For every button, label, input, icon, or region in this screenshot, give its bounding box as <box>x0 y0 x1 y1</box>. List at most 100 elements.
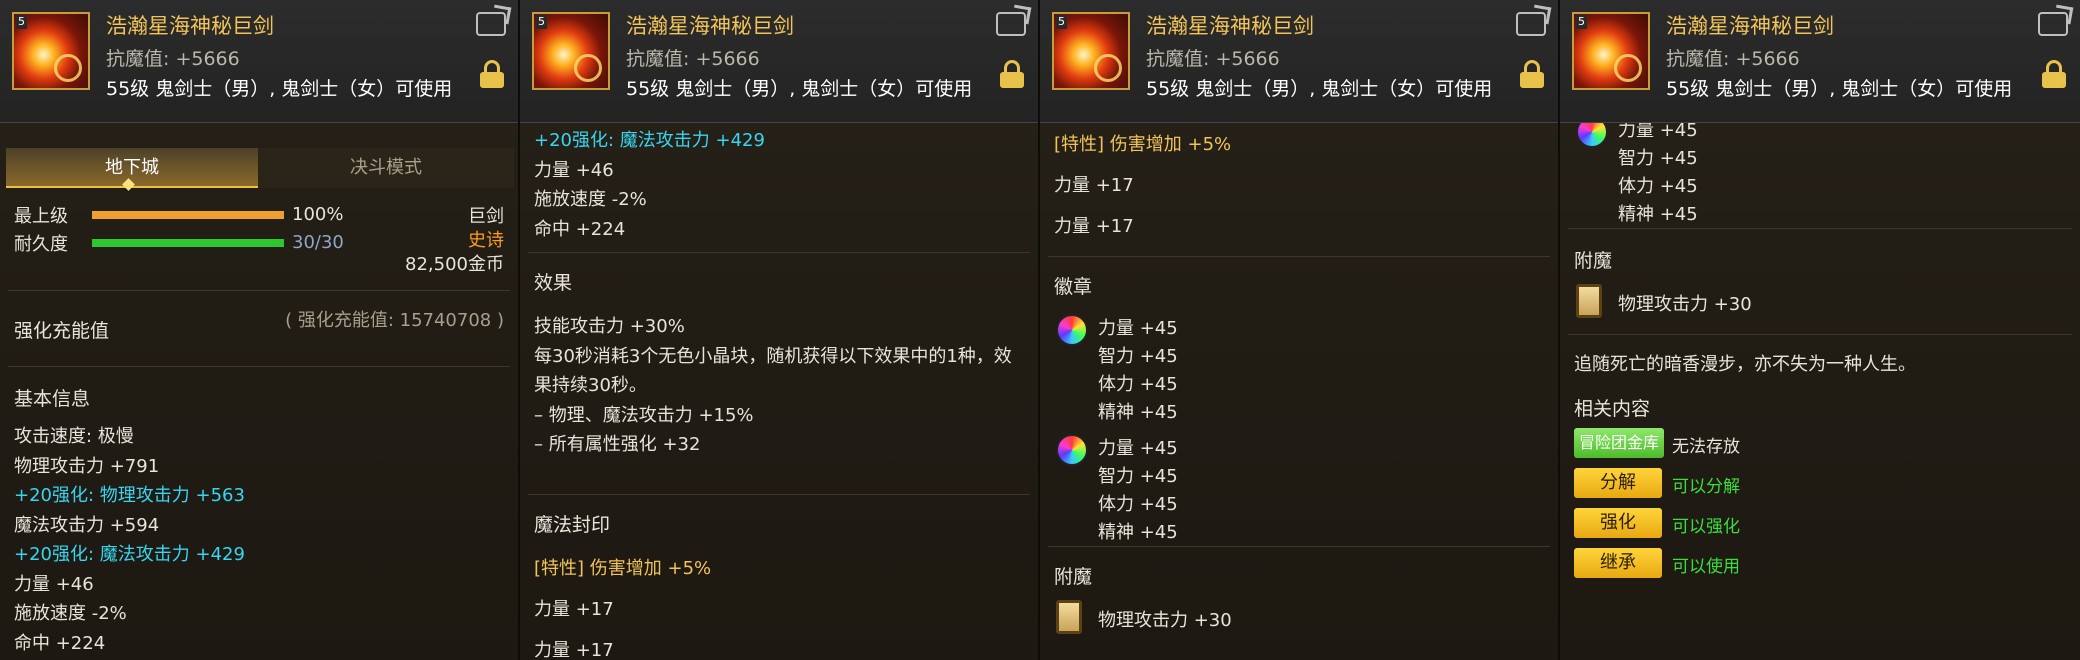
stat-line: 施放速度 -2% <box>14 603 127 624</box>
tooltip-body: 地下城 决斗模式 最上级 100% 巨剑 耐久度 30/30 史诗 82,500… <box>0 122 518 660</box>
emblem-icon <box>1056 314 1088 346</box>
stat-line: +20强化: 魔法攻击力 +429 <box>534 130 765 151</box>
item-name: 浩瀚星海神秘巨剑 <box>106 14 274 38</box>
durability-label: 耐久度 <box>14 234 68 255</box>
item-name: 浩瀚星海神秘巨剑 <box>626 14 794 38</box>
emblem-stat: 力量 +45 <box>1098 318 1178 339</box>
flavor-text: 追随死亡的暗香漫步，亦不失为一种人生。 <box>1574 354 1916 375</box>
durability-bar-fill <box>92 239 284 247</box>
seal-line: 力量 +17 <box>1054 175 1134 196</box>
charge-value: ( 强化充能值: 15740708 ) <box>285 310 504 331</box>
grade-bar-fill <box>92 211 284 219</box>
item-requirement: 55级 鬼剑士（男）, 鬼剑士（女）可使用 <box>1666 78 2013 100</box>
grade-label: 最上级 <box>14 206 68 227</box>
thumbnail-tag: 5 <box>1056 15 1067 29</box>
item-tooltip-panel-1: 5 浩瀚星海神秘巨剑 抗魔值: +5666 55级 鬼剑士（男）, 鬼剑士（女）… <box>0 0 520 660</box>
related-note: 可以分解 <box>1672 477 1740 497</box>
seal-title: 魔法封印 <box>534 514 611 536</box>
emblem-stat: 力量 +45 <box>1098 438 1178 459</box>
item-tooltip-panel-3: 5 浩瀚星海神秘巨剑 抗魔值: +5666 55级 鬼剑士（男）, 鬼剑士（女）… <box>1040 0 1560 660</box>
divider <box>1048 546 1550 547</box>
effect-line: 技能攻击力 +30% <box>534 316 685 337</box>
seal-line: 力量 +17 <box>1054 216 1134 237</box>
tooltip-header: 5 浩瀚星海神秘巨剑 抗魔值: +5666 55级 鬼剑士（男）, 鬼剑士（女）… <box>1560 0 2080 123</box>
related-button[interactable]: 强化 <box>1574 508 1662 538</box>
seal-line: 力量 +17 <box>534 599 614 620</box>
item-name: 浩瀚星海神秘巨剑 <box>1146 14 1314 38</box>
item-resist: 抗魔值: +5666 <box>1146 48 1280 70</box>
tooltip-body: +20强化: 魔法攻击力 +429 力量 +46 施放速度 -2% 命中 +224 效… <box>520 122 1038 660</box>
enchant-title: 附魔 <box>1574 250 1613 272</box>
share-icon[interactable] <box>1516 12 1546 36</box>
tooltip-header: 5 浩瀚星海神秘巨剑 抗魔值: +5666 55级 鬼剑士（男）, 鬼剑士（女）… <box>1040 0 1558 123</box>
thumbnail-tag: 5 <box>16 15 27 29</box>
related-button[interactable]: 继承 <box>1574 548 1662 578</box>
emblem-stat: 智力 +45 <box>1098 346 1178 367</box>
stat-line: 力量 +46 <box>14 573 94 595</box>
share-icon[interactable] <box>996 12 1026 36</box>
lock-icon[interactable] <box>1000 60 1024 88</box>
share-icon[interactable] <box>2038 12 2068 36</box>
stat-line: +20强化: 魔法攻击力 +429 <box>14 544 245 565</box>
divider <box>8 290 510 291</box>
lock-icon[interactable] <box>480 60 504 88</box>
item-thumbnail: 5 <box>1572 12 1650 90</box>
seal-line: [特性] 伤害增加 +5% <box>534 558 712 579</box>
effect-line: – 物理、魔法攻击力 +15% <box>534 404 754 426</box>
price: 82,500金币 <box>405 254 504 275</box>
item-thumbnail: 5 <box>1052 12 1130 90</box>
emblem-stat: 智力 +45 <box>1618 148 1698 169</box>
stat-line: +20强化: 物理攻击力 +563 <box>14 485 245 506</box>
emblem-stat: 精神 +45 <box>1098 402 1178 423</box>
related-button[interactable]: 分解 <box>1574 468 1662 498</box>
related-button[interactable]: 冒险团金库 <box>1574 428 1664 458</box>
item-resist: 抗魔值: +5666 <box>1666 48 1800 70</box>
effect-line: 每30秒消耗3个无色小晶块，随机获得以下效果中的1种，效 <box>534 345 1012 367</box>
lock-icon[interactable] <box>1520 60 1544 88</box>
item-resist: 抗魔值: +5666 <box>106 48 240 70</box>
related-note: 可以强化 <box>1672 517 1740 537</box>
lock-icon[interactable] <box>2042 60 2066 88</box>
enchant-value: 物理攻击力 +30 <box>1098 610 1232 631</box>
emblem-stat: 体力 +45 <box>1098 494 1178 515</box>
related-note: 可以使用 <box>1672 557 1740 577</box>
emblem-title: 徽章 <box>1054 276 1093 298</box>
emblem-stat: 精神 +45 <box>1098 522 1178 543</box>
divider <box>8 366 510 367</box>
stat-line: 魔法攻击力 +594 <box>14 514 160 536</box>
weapon-type: 巨剑 <box>468 206 504 227</box>
stat-line: 施放速度 -2% <box>534 189 647 210</box>
related-title: 相关内容 <box>1574 398 1651 420</box>
charge-label: 强化充能值 <box>14 320 110 342</box>
seal-line: 力量 +17 <box>534 640 614 660</box>
divider <box>1568 334 2072 335</box>
item-thumbnail: 5 <box>532 12 610 90</box>
enchant-card-icon <box>1056 600 1082 634</box>
item-thumbnail: 5 <box>12 12 90 90</box>
stat-line: 物理攻击力 +791 <box>14 455 160 477</box>
thumbnail-glint-icon <box>54 54 82 82</box>
rarity-label: 史诗 <box>468 230 504 251</box>
item-name: 浩瀚星海神秘巨剑 <box>1666 14 1834 38</box>
stat-line: 命中 +224 <box>14 632 106 654</box>
emblem-stat: 精神 +45 <box>1618 204 1698 225</box>
emblem-stat: 智力 +45 <box>1098 466 1178 487</box>
stat-line: 命中 +224 <box>534 218 626 240</box>
share-icon[interactable] <box>476 12 506 36</box>
durability-bar <box>92 239 284 247</box>
emblem-icon <box>1056 434 1088 466</box>
item-requirement: 55级 鬼剑士（男）, 鬼剑士（女）可使用 <box>1146 78 1493 100</box>
enchant-card-icon <box>1576 284 1602 318</box>
item-tooltip-panel-2: 5 浩瀚星海神秘巨剑 抗魔值: +5666 55级 鬼剑士（男）, 鬼剑士（女）… <box>520 0 1040 660</box>
thumbnail-tag: 5 <box>536 15 547 29</box>
enchant-title: 附魔 <box>1054 566 1093 588</box>
item-requirement: 55级 鬼剑士（男）, 鬼剑士（女）可使用 <box>106 78 453 100</box>
durability-value: 30/30 <box>292 232 344 253</box>
basic-info-title: 基本信息 <box>14 388 91 410</box>
grade-bar <box>92 211 284 219</box>
tab-duel[interactable]: 决斗模式 <box>258 148 514 188</box>
related-note: 无法存放 <box>1672 437 1740 457</box>
item-requirement: 55级 鬼剑士（男）, 鬼剑士（女）可使用 <box>626 78 973 100</box>
enchant-value: 物理攻击力 +30 <box>1618 294 1752 315</box>
tooltip-body: 力量 +45 智力 +45 体力 +45 精神 +45 附魔 物理攻击力 +30 追随… <box>1560 116 2080 660</box>
